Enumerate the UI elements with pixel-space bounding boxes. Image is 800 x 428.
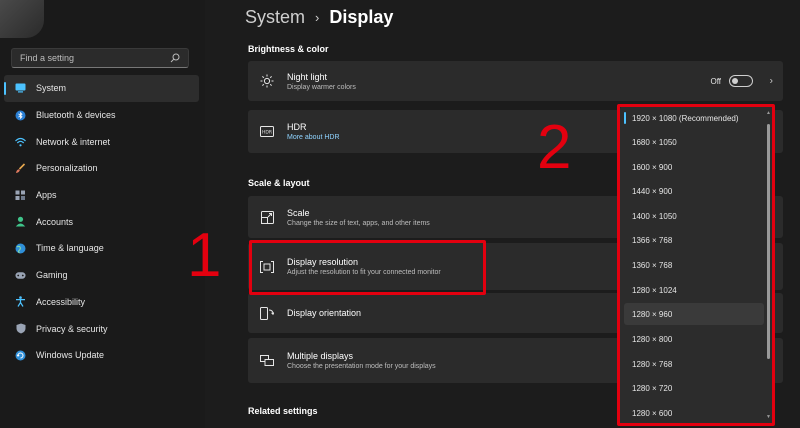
scale-subtitle: Change the size of text, apps, and other… xyxy=(287,219,430,227)
sidebar-item-label: Privacy & security xyxy=(36,323,108,334)
shield-icon xyxy=(15,323,26,334)
multiple-displays-title: Multiple displays xyxy=(287,351,354,361)
sidebar-item-system[interactable]: System xyxy=(4,75,199,102)
monitor-icon xyxy=(15,83,26,94)
sidebar-item-label: Network & internet xyxy=(36,136,111,147)
apps-icon xyxy=(15,190,26,201)
section-related-settings: Related settings xyxy=(248,406,318,416)
sidebar-item-label: Personalization xyxy=(36,163,98,174)
sidebar-item-label: Accounts xyxy=(36,216,74,227)
accessibility-icon xyxy=(15,296,26,308)
sidebar-item-label: System xyxy=(36,83,67,94)
sidebar-item-time-language[interactable]: Time & language xyxy=(4,235,199,262)
annotation-number-2: 2 xyxy=(537,113,572,182)
breadcrumb: System › Display xyxy=(245,7,393,28)
display-orientation-title: Display orientation xyxy=(287,308,362,318)
sidebar-item-bluetooth[interactable]: Bluetooth & devices xyxy=(4,102,199,129)
hdr-more-link[interactable]: More about HDR xyxy=(287,134,340,141)
night-light-subtitle: Display warmer colors xyxy=(287,83,356,91)
night-light-toggle[interactable] xyxy=(729,75,753,87)
bluetooth-icon xyxy=(15,110,26,121)
sidebar-item-label: Gaming xyxy=(36,270,68,281)
update-icon xyxy=(15,350,26,361)
search-input[interactable]: Find a setting xyxy=(20,53,170,63)
avatar[interactable] xyxy=(0,0,44,38)
sidebar-item-windows-update[interactable]: Windows Update xyxy=(4,342,199,369)
night-light-toggle-label: Off xyxy=(710,76,721,86)
scale-icon xyxy=(260,210,274,224)
multiple-displays-icon xyxy=(260,354,274,368)
hdr-title: HDR xyxy=(287,122,307,132)
hdr-icon: HDR xyxy=(260,125,274,139)
night-light-title: Night light xyxy=(287,71,328,82)
night-light-card[interactable]: Night light Display warmer colors Off › xyxy=(248,61,783,101)
sidebar-item-personalization[interactable]: Personalization xyxy=(4,155,199,182)
globe-icon xyxy=(15,243,26,254)
annotation-number-1: 1 xyxy=(187,221,222,290)
search-box[interactable]: Find a setting xyxy=(11,48,189,68)
svg-text:HDR: HDR xyxy=(262,130,272,136)
brush-icon xyxy=(15,163,26,174)
sidebar-item-label: Accessibility xyxy=(36,296,86,307)
sidebar-item-label: Bluetooth & devices xyxy=(36,110,116,121)
orientation-icon xyxy=(260,306,274,320)
search-icon xyxy=(170,53,180,63)
scale-title: Scale xyxy=(287,207,310,218)
sidebar-nav: System Bluetooth & devices Network & int… xyxy=(0,75,205,369)
sidebar-item-network[interactable]: Network & internet xyxy=(4,128,199,155)
breadcrumb-parent[interactable]: System xyxy=(245,7,305,28)
sidebar-item-label: Apps xyxy=(36,190,57,201)
section-brightness-color: Brightness & color xyxy=(248,44,329,54)
sidebar: Find a setting System Bluetooth & device… xyxy=(0,0,205,428)
page-title: Display xyxy=(329,7,394,27)
gamepad-icon xyxy=(15,270,26,281)
night-light-toggle-group: Off xyxy=(710,75,753,87)
sidebar-item-accessibility[interactable]: Accessibility xyxy=(4,289,199,316)
annotation-box-1 xyxy=(249,240,486,295)
wifi-icon xyxy=(15,136,26,147)
annotation-box-2 xyxy=(617,104,775,426)
person-icon xyxy=(15,216,26,227)
sidebar-item-apps[interactable]: Apps xyxy=(4,182,199,209)
chevron-right-icon[interactable]: › xyxy=(770,76,773,87)
breadcrumb-separator: › xyxy=(315,10,320,25)
section-scale-layout: Scale & layout xyxy=(248,178,310,188)
sidebar-item-gaming[interactable]: Gaming xyxy=(4,262,199,289)
sidebar-item-label: Windows Update xyxy=(36,350,105,361)
multiple-displays-subtitle: Choose the presentation mode for your di… xyxy=(287,363,436,370)
sun-icon xyxy=(260,74,274,88)
sidebar-item-accounts[interactable]: Accounts xyxy=(4,208,199,235)
sidebar-item-privacy-security[interactable]: Privacy & security xyxy=(4,315,199,342)
sidebar-item-label: Time & language xyxy=(36,243,104,254)
